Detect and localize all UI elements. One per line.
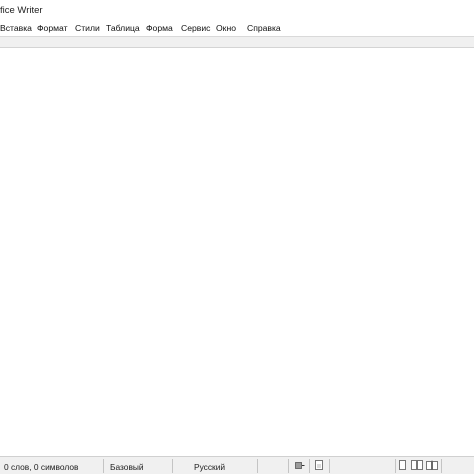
status-divider [103,459,104,473]
menu-bar: Вставка Формат Стили Таблица Форма Серви… [0,20,474,37]
status-divider [172,459,173,473]
status-divider [309,459,310,473]
window-title: fice Writer [0,5,43,16]
single-page-view-icon[interactable] [399,460,408,471]
status-divider [288,459,289,473]
menu-table[interactable]: Таблица [106,23,140,33]
menu-format[interactable]: Формат [37,23,68,33]
menu-styles[interactable]: Стили [75,23,100,33]
selection-mode-icon[interactable] [295,460,305,470]
menu-help[interactable]: Справка [247,23,281,33]
language[interactable]: Русский [194,462,225,472]
writer-window: fice Writer Вставка Формат Стили Таблица… [0,0,474,474]
multi-page-view-icon[interactable] [411,460,423,471]
document-modified-icon[interactable] [315,460,325,471]
page-style[interactable]: Базовый [110,462,144,472]
status-divider [329,459,330,473]
menu-form[interactable]: Форма [146,23,173,33]
document-area[interactable] [0,48,474,456]
book-view-icon[interactable] [426,460,438,471]
status-bar: 0 слов, 0 символов Базовый Русский [0,456,474,474]
menu-tools[interactable]: Сервис [181,23,210,33]
word-count[interactable]: 0 слов, 0 символов [4,462,78,472]
toolbar-strip [0,37,474,48]
title-bar: fice Writer [0,0,474,20]
status-divider [395,459,396,473]
status-divider [257,459,258,473]
menu-insert[interactable]: Вставка [0,23,32,33]
menu-window[interactable]: Окно [216,23,236,33]
status-divider [441,459,442,473]
